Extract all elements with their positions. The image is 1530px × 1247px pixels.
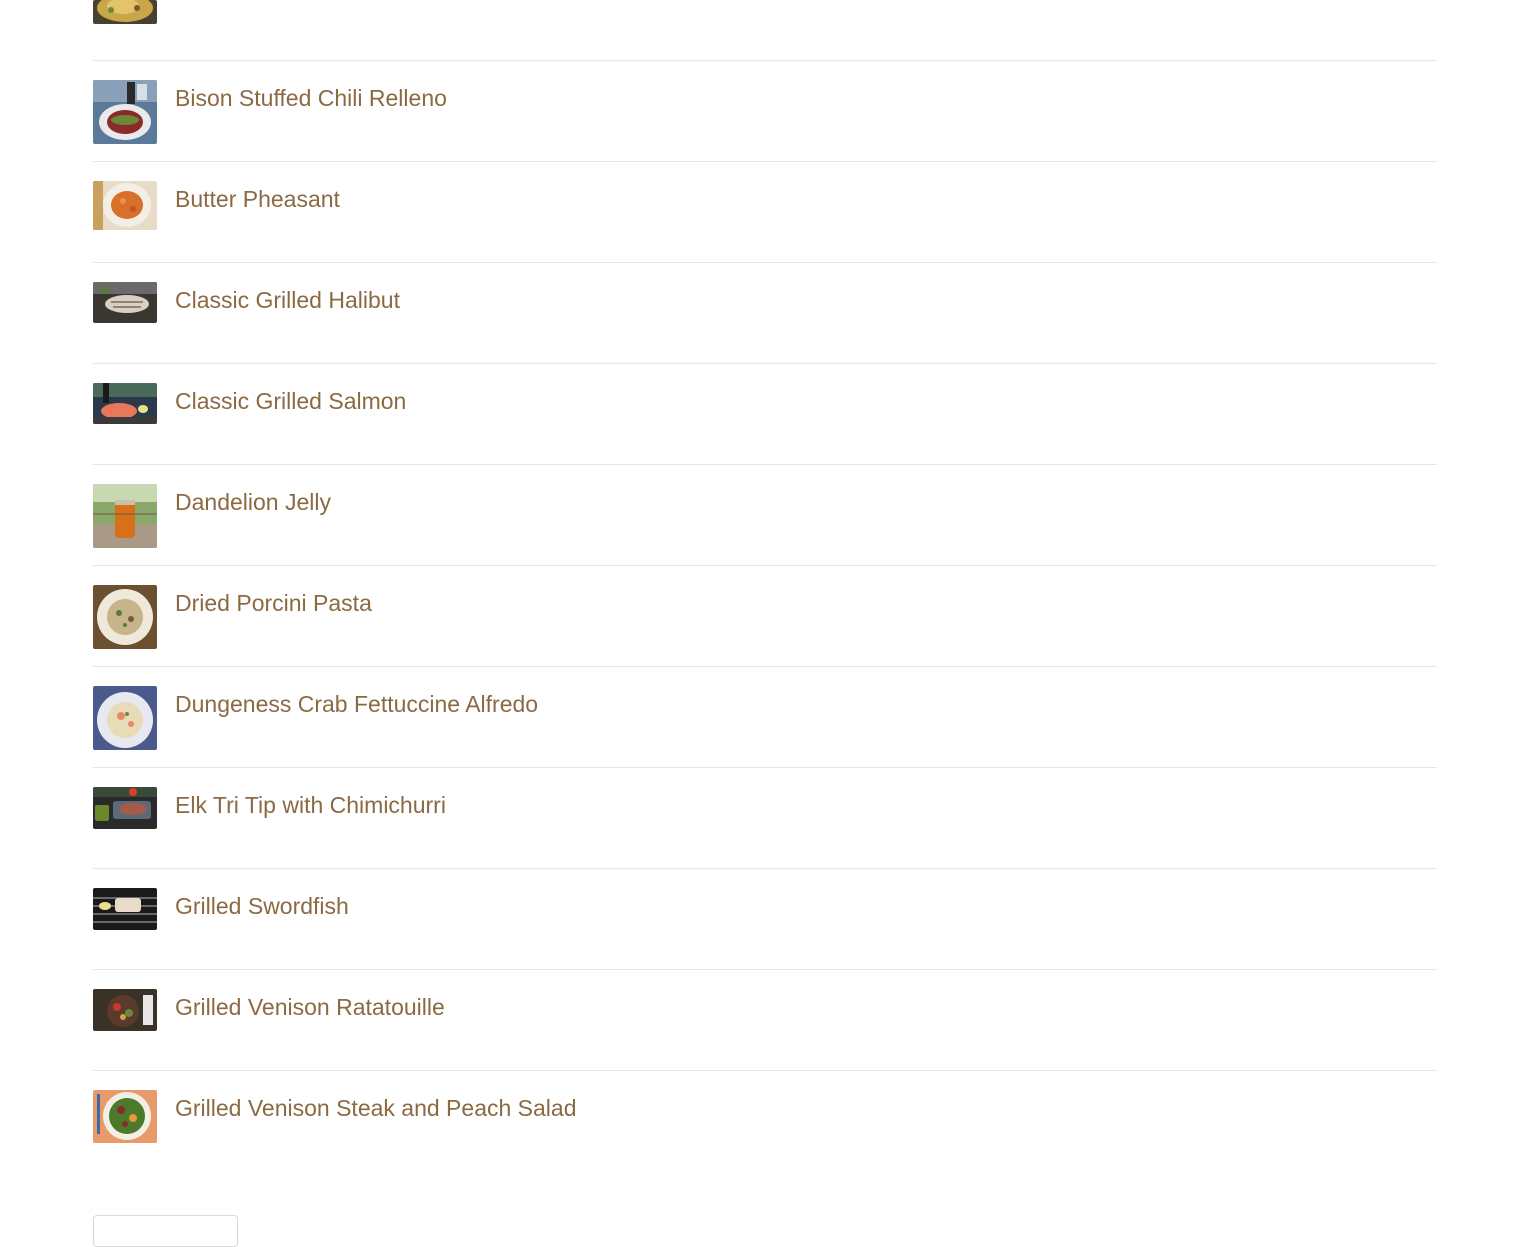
list-item: Bison Stuffed Chili Relleno: [93, 61, 1437, 162]
crab-fettuccine-thumbnail[interactable]: [93, 686, 157, 750]
dandelion-jelly-thumbnail[interactable]: [93, 484, 157, 548]
grilled-swordfish-thumbnail[interactable]: [93, 888, 157, 930]
list-item: Dried Porcini Pasta: [93, 566, 1437, 667]
partial-dish-thumbnail[interactable]: [93, 0, 157, 24]
list-item: Grilled Venison Steak and Peach Salad: [93, 1071, 1437, 1172]
pagination-control[interactable]: [93, 1215, 238, 1247]
recipe-title-link[interactable]: Grilled Venison Steak and Peach Salad: [175, 1093, 577, 1123]
grilled-halibut-thumbnail[interactable]: [93, 282, 157, 323]
recipe-title-link[interactable]: Dried Porcini Pasta: [175, 588, 372, 618]
list-item: Classic Grilled Salmon: [93, 364, 1437, 465]
list-item: Grilled Swordfish: [93, 869, 1437, 970]
butter-pheasant-thumbnail[interactable]: [93, 181, 157, 230]
venison-peach-salad-thumbnail[interactable]: [93, 1090, 157, 1143]
grilled-salmon-thumbnail[interactable]: [93, 383, 157, 424]
list-item: Classic Grilled Halibut: [93, 263, 1437, 364]
recipe-title-link[interactable]: Elk Tri Tip with Chimichurri: [175, 790, 446, 820]
porcini-pasta-thumbnail[interactable]: [93, 585, 157, 649]
recipe-title-link[interactable]: Grilled Venison Ratatouille: [175, 992, 445, 1022]
venison-ratatouille-thumbnail[interactable]: [93, 989, 157, 1031]
recipe-title-link[interactable]: Butter Pheasant: [175, 184, 340, 214]
recipe-title-link[interactable]: Bison Stuffed Chili Relleno: [175, 83, 447, 113]
bison-relleno-thumbnail[interactable]: [93, 80, 157, 144]
list-item: Dungeness Crab Fettuccine Alfredo: [93, 667, 1437, 768]
recipe-title-link[interactable]: Dungeness Crab Fettuccine Alfredo: [175, 689, 538, 719]
recipe-title-link[interactable]: Grilled Swordfish: [175, 891, 349, 921]
elk-tri-tip-thumbnail[interactable]: [93, 787, 157, 829]
list-item: Grilled Venison Ratatouille: [93, 970, 1437, 1071]
list-item: Elk Tri Tip with Chimichurri: [93, 768, 1437, 869]
recipe-list: Bison Stuffed Chili Relleno Butter Pheas…: [93, 0, 1437, 1172]
list-item: [93, 0, 1437, 61]
list-item: Dandelion Jelly: [93, 465, 1437, 566]
recipe-title-link[interactable]: Dandelion Jelly: [175, 487, 331, 517]
recipe-title-link[interactable]: Classic Grilled Salmon: [175, 386, 406, 416]
recipe-title-link[interactable]: Classic Grilled Halibut: [175, 285, 400, 315]
list-item: Butter Pheasant: [93, 162, 1437, 263]
